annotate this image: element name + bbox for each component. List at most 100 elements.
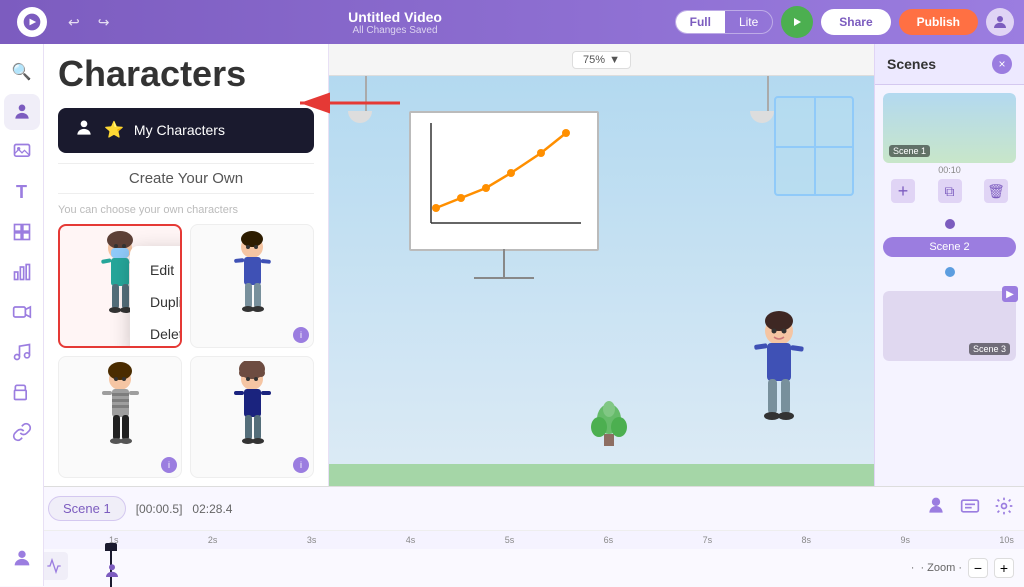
board-crossbar: [474, 277, 534, 279]
ruler-8s: 8s: [802, 535, 812, 545]
timeline-scene-label[interactable]: Scene 1: [48, 496, 126, 521]
sidebar-item-shapes[interactable]: [4, 374, 40, 410]
scenes-panel-title: Scenes: [887, 56, 936, 72]
sidebar-item-video[interactable]: [4, 294, 40, 330]
sidebar-item-characters[interactable]: [4, 94, 40, 130]
char-info-button-2[interactable]: i: [293, 327, 309, 343]
scene-1-thumbnail: Scene 1: [883, 93, 1016, 163]
character-item-4[interactable]: i: [190, 356, 314, 478]
zoom-arrow-icon: ▼: [609, 54, 620, 66]
ruler-7s: 7s: [703, 535, 713, 545]
context-delete[interactable]: Delete: [130, 318, 182, 348]
scenes-panel: Scenes × Scene 1 00:10 + ⧉ 🗑 Scene 2 Sce…: [874, 44, 1024, 544]
scene-delete-button[interactable]: 🗑: [984, 179, 1008, 203]
ruler-3s: 3s: [307, 535, 317, 545]
sidebar-item-links[interactable]: [4, 414, 40, 450]
user-avatar[interactable]: [986, 8, 1014, 36]
logo-area[interactable]: [10, 7, 54, 37]
scene-1-label: Scene 1: [889, 141, 930, 159]
logo-icon[interactable]: [17, 7, 47, 37]
scene-connector-1: [875, 215, 1024, 233]
timeline-char-marker: [103, 562, 121, 585]
preview-play-button[interactable]: [781, 6, 813, 38]
bottom-chart-icon[interactable]: [40, 552, 68, 580]
share-button[interactable]: Share: [821, 9, 890, 35]
scene-1-actions: + ⧉ 🗑: [883, 175, 1016, 207]
view-toggle: Full Lite: [675, 10, 774, 34]
plant: [589, 399, 629, 454]
sidebar-item-props[interactable]: [4, 214, 40, 250]
panel-expand-button[interactable]: ▶: [1002, 286, 1018, 302]
context-edit[interactable]: Edit: [130, 254, 182, 286]
character-item-3[interactable]: i: [58, 356, 182, 478]
zoom-controls: · · Zoom · − +: [911, 558, 1014, 578]
sidebar-item-audio[interactable]: [4, 334, 40, 370]
ruler-5s: 5s: [505, 535, 515, 545]
char-info-button-3[interactable]: i: [161, 457, 177, 473]
timeline: Scene 1 [00:00.5] 02:28.4 0s 1s 2s 3s 4s…: [0, 486, 1024, 586]
my-characters-label: My Characters: [134, 122, 225, 138]
scene-thumb-3[interactable]: Scene 3: [883, 291, 1016, 361]
char-info-button-4[interactable]: i: [293, 457, 309, 473]
view-lite-button[interactable]: Lite: [725, 11, 772, 33]
zoom-indicator[interactable]: 75% ▼: [572, 51, 631, 69]
board-leg-center: [503, 249, 505, 279]
canvas-scene-area[interactable]: [329, 76, 874, 504]
video-title-area: Untitled Video All Changes Saved: [115, 9, 674, 36]
context-menu: Edit Duplicate Delete: [130, 246, 182, 348]
sidebar-item-search[interactable]: 🔍: [4, 54, 40, 90]
context-duplicate[interactable]: Duplicate: [130, 286, 182, 318]
char-svg-4: [225, 361, 280, 471]
scene-copy-button[interactable]: ⧉: [938, 179, 962, 203]
ruler-10s: 10s: [999, 535, 1014, 545]
zoom-plus-button[interactable]: +: [994, 558, 1014, 578]
sidebar-item-charts[interactable]: [4, 254, 40, 290]
scene-3-label: Scene 3: [969, 339, 1010, 357]
ruler-marks-container: 0s 1s 2s 3s 4s 5s 6s 7s 8s 9s 10s: [0, 535, 1024, 545]
char-search-hint: You can choose your own characters: [58, 204, 314, 216]
scene-dot-2: [945, 267, 955, 277]
lamp-left: [359, 76, 372, 123]
scene-2-badge[interactable]: Scene 2: [883, 237, 1016, 257]
sidebar-bottom-avatar[interactable]: [4, 540, 40, 576]
timeline-time-total: 02:28.4: [192, 502, 232, 516]
scenes-panel-header: Scenes ×: [875, 44, 1024, 85]
ruler-6s: 6s: [604, 535, 614, 545]
character-item-2[interactable]: i: [190, 224, 314, 348]
sidebar-item-scenes[interactable]: [4, 134, 40, 170]
timeline-settings-icon[interactable]: [994, 496, 1014, 521]
ruler-9s: 9s: [900, 535, 910, 545]
zoom-minus-button[interactable]: −: [968, 558, 988, 578]
scene-thumb-1[interactable]: Scene 1 00:10 + ⧉ 🗑: [883, 93, 1016, 207]
redo-button[interactable]: ↪: [92, 12, 116, 33]
my-characters-button[interactable]: ⭐ My Characters: [58, 108, 314, 153]
character-panel: Characters ⭐ My Characters Create Your O…: [44, 44, 329, 544]
canvas-toolbar: 75% ▼: [329, 44, 874, 76]
scenes-close-button[interactable]: ×: [992, 54, 1012, 74]
timeline-icon-group: [926, 496, 1014, 521]
timeline-controls: Scene 1 [00:00.5] 02:28.4: [0, 487, 1024, 531]
playhead-head: [105, 543, 117, 551]
timeline-tracks[interactable]: [0, 549, 1024, 587]
character-star-icon: ⭐: [104, 120, 124, 140]
scene-add-button[interactable]: +: [891, 179, 915, 203]
ruler-4s: 4s: [406, 535, 416, 545]
timeline-ruler: 0s 1s 2s 3s 4s 5s 6s 7s 8s 9s 10s: [0, 531, 1024, 549]
window-decoration: [774, 96, 854, 196]
timeline-caption-icon[interactable]: [960, 496, 980, 521]
timeline-time-start: [00:00.5]: [136, 502, 183, 516]
character-item-1[interactable]: i Edit Duplicate Delete: [58, 224, 182, 348]
timeline-avatar-icon[interactable]: [926, 496, 946, 521]
sidebar-item-text[interactable]: T: [4, 174, 40, 210]
topbar: ↩ ↪ Untitled Video All Changes Saved Ful…: [0, 0, 1024, 44]
lamp-right: [761, 76, 774, 123]
topbar-right: Full Lite Share Publish: [675, 6, 1014, 38]
side-nav-buttons: ▶: [1002, 286, 1018, 302]
main-canvas: 75% ▼: [329, 44, 874, 504]
person-icon: [74, 118, 94, 143]
publish-button[interactable]: Publish: [899, 9, 978, 35]
zoom-label: · Zoom ·: [920, 562, 962, 574]
scene-dot-1: [945, 219, 955, 229]
view-full-button[interactable]: Full: [676, 11, 725, 33]
undo-button[interactable]: ↩: [62, 12, 86, 33]
